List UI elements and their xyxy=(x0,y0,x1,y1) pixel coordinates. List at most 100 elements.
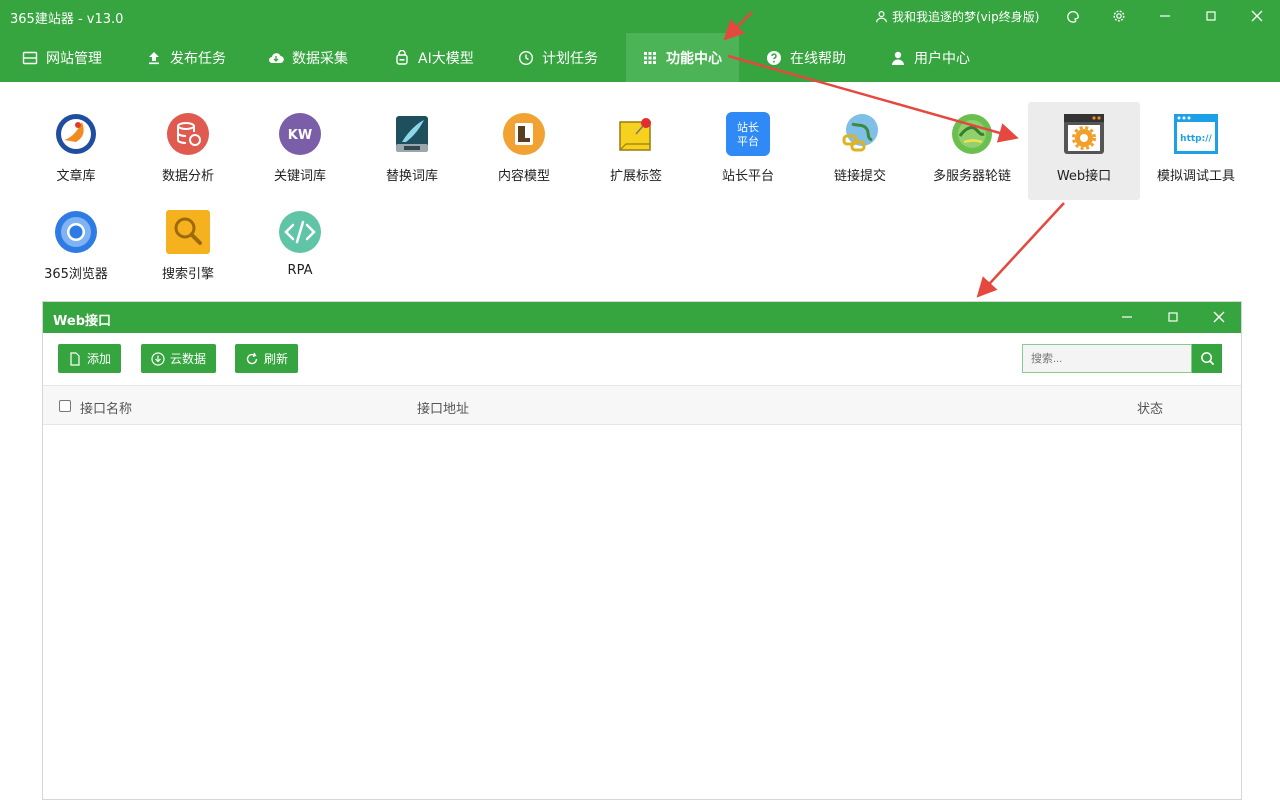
select-all-checkbox[interactable] xyxy=(59,400,71,412)
column-header-status[interactable]: 状态 xyxy=(1137,398,1163,417)
feature-label: 扩展标签 xyxy=(609,169,662,184)
feature-replace-library[interactable]: 替换词库 xyxy=(356,102,468,200)
user-icon xyxy=(892,51,904,65)
feature-webmaster-platform[interactable]: 站长 平台 站长平台 xyxy=(692,102,804,200)
feature-label: 链接提交 xyxy=(833,169,886,184)
clock-icon xyxy=(518,50,534,65)
nav-data-collection[interactable]: 数据采集 xyxy=(268,33,348,82)
feature-content-model[interactable]: 内容模型 xyxy=(468,102,580,200)
cloud-data-button-label: 云数据 xyxy=(170,352,207,366)
user-name: 我和我追逐的梦(vip终身版) xyxy=(892,10,1040,24)
search-button[interactable] xyxy=(1192,344,1222,373)
feature-article-library[interactable]: 文章库 xyxy=(20,102,132,200)
feature-label: 多服务器轮链 xyxy=(932,169,1011,184)
browser-icon xyxy=(55,211,97,253)
feature-label: 内容模型 xyxy=(497,169,550,184)
file-add-icon xyxy=(70,351,80,366)
replace-library-icon xyxy=(396,116,428,152)
feature-multi-server-chain[interactable]: 多服务器轮链 xyxy=(916,102,1028,200)
feature-label: 站长平台 xyxy=(721,169,774,184)
feature-extension-tag[interactable]: 扩展标签 xyxy=(580,102,692,200)
nav-publish-task[interactable]: 发布任务 xyxy=(146,33,226,82)
nav-label: 网站管理 xyxy=(46,50,102,67)
settings-icon[interactable] xyxy=(1112,9,1126,23)
feature-label: 关键词库 xyxy=(273,169,326,184)
close-button[interactable] xyxy=(1249,8,1265,24)
feature-label: 365浏览器 xyxy=(44,267,108,282)
feature-label: 搜索引擎 xyxy=(161,267,214,282)
feature-label: 数据分析 xyxy=(161,169,214,184)
webmaster-platform-icon: 站长平台 xyxy=(726,112,770,156)
add-button[interactable]: 添加 xyxy=(58,344,122,373)
web-api-icon xyxy=(1064,114,1104,154)
nav-label: 功能中心 xyxy=(666,50,722,67)
article-library-icon xyxy=(56,114,96,154)
refresh-button-label: 刷新 xyxy=(264,352,289,366)
feature-label: 模拟调试工具 xyxy=(1156,169,1235,184)
refresh-icon xyxy=(246,352,258,364)
user-icon xyxy=(876,11,887,23)
search-input[interactable] xyxy=(1022,344,1192,373)
minimize-button[interactable] xyxy=(1157,8,1173,24)
skin-icon[interactable] xyxy=(1066,9,1080,23)
feature-365-browser[interactable]: 365浏览器 xyxy=(20,200,132,298)
feature-label: 文章库 xyxy=(56,169,96,184)
feature-web-api[interactable]: Web接口 xyxy=(1028,102,1140,200)
nav-label: AI大模型 xyxy=(418,50,474,67)
robot-icon xyxy=(396,49,408,65)
feature-label: Web接口 xyxy=(1056,169,1112,184)
main-nav: 网站管理 发布任务 数据采集 AI大模型 计划任务 功能中心 在线帮助 用户中心 xyxy=(0,33,1280,82)
feature-data-analysis[interactable]: 数据分析 xyxy=(132,102,244,200)
feature-rpa[interactable]: RPA xyxy=(244,200,356,298)
feature-label: 替换词库 xyxy=(385,169,438,184)
link-submit-icon xyxy=(842,114,878,152)
table-header: 接口名称 接口地址 状态 xyxy=(43,385,1241,425)
keyword-glyph: KW xyxy=(288,128,312,143)
nav-label: 计划任务 xyxy=(542,50,598,67)
multi-server-icon xyxy=(952,114,992,154)
svg-text:平台: 平台 xyxy=(737,134,759,148)
app-title: 365建站器 - v13.0 xyxy=(10,12,124,27)
nav-user-center[interactable]: 用户中心 xyxy=(890,33,970,82)
maximize-button[interactable] xyxy=(1203,8,1219,24)
nav-scheduled-task[interactable]: 计划任务 xyxy=(518,33,598,82)
web-api-dialog: Web接口 添加 云数据 刷新 接口名称 接口地址 状态 xyxy=(42,301,1242,800)
user-menu[interactable]: 我和我追逐的梦(vip终身版) xyxy=(875,8,1039,25)
column-header-name[interactable]: 接口名称 xyxy=(80,398,132,417)
nav-label: 用户中心 xyxy=(914,50,970,67)
nav-ai-model[interactable]: AI大模型 xyxy=(394,33,474,82)
dialog-close-button[interactable] xyxy=(1212,310,1226,324)
dialog-minimize-button[interactable] xyxy=(1120,310,1134,324)
column-header-url[interactable]: 接口地址 xyxy=(417,398,469,417)
feature-keyword-library[interactable]: KW 关键词库 xyxy=(244,102,356,200)
nav-label: 数据采集 xyxy=(292,50,348,67)
cloud-download-icon xyxy=(269,52,284,63)
data-analysis-icon xyxy=(167,113,209,155)
feature-link-submit[interactable]: 链接提交 xyxy=(804,102,916,200)
title-bar: 365建站器 - v13.0 我和我追逐的梦(vip终身版) xyxy=(0,0,1280,33)
cloud-data-button[interactable]: 云数据 xyxy=(141,344,217,373)
nav-online-help[interactable]: 在线帮助 xyxy=(766,33,846,82)
nav-label: 发布任务 xyxy=(170,50,226,67)
svg-text:站长: 站长 xyxy=(737,120,759,134)
search-engine-icon xyxy=(166,210,210,254)
rpa-icon xyxy=(279,211,321,253)
feature-label: RPA xyxy=(287,263,313,278)
content-model-icon xyxy=(503,113,545,155)
feature-http-debug-tool[interactable]: http:// 模拟调试工具 xyxy=(1140,102,1252,200)
help-icon xyxy=(767,50,781,65)
extension-tag-icon xyxy=(619,118,651,151)
dialog-header: Web接口 xyxy=(43,302,1241,333)
download-circle-icon xyxy=(151,351,165,366)
http-debug-icon: http:// xyxy=(1174,114,1218,154)
refresh-button[interactable]: 刷新 xyxy=(235,344,299,373)
feature-search-engine[interactable]: 搜索引擎 xyxy=(132,200,244,298)
dialog-maximize-button[interactable] xyxy=(1166,310,1180,324)
nav-label: 在线帮助 xyxy=(790,50,846,67)
add-button-label: 添加 xyxy=(87,352,112,366)
http-glyph: http:// xyxy=(1180,134,1212,144)
upload-icon xyxy=(149,51,159,64)
nav-feature-center[interactable]: 功能中心 xyxy=(626,33,739,82)
nav-website-management[interactable]: 网站管理 xyxy=(22,33,102,82)
website-icon xyxy=(22,51,38,64)
